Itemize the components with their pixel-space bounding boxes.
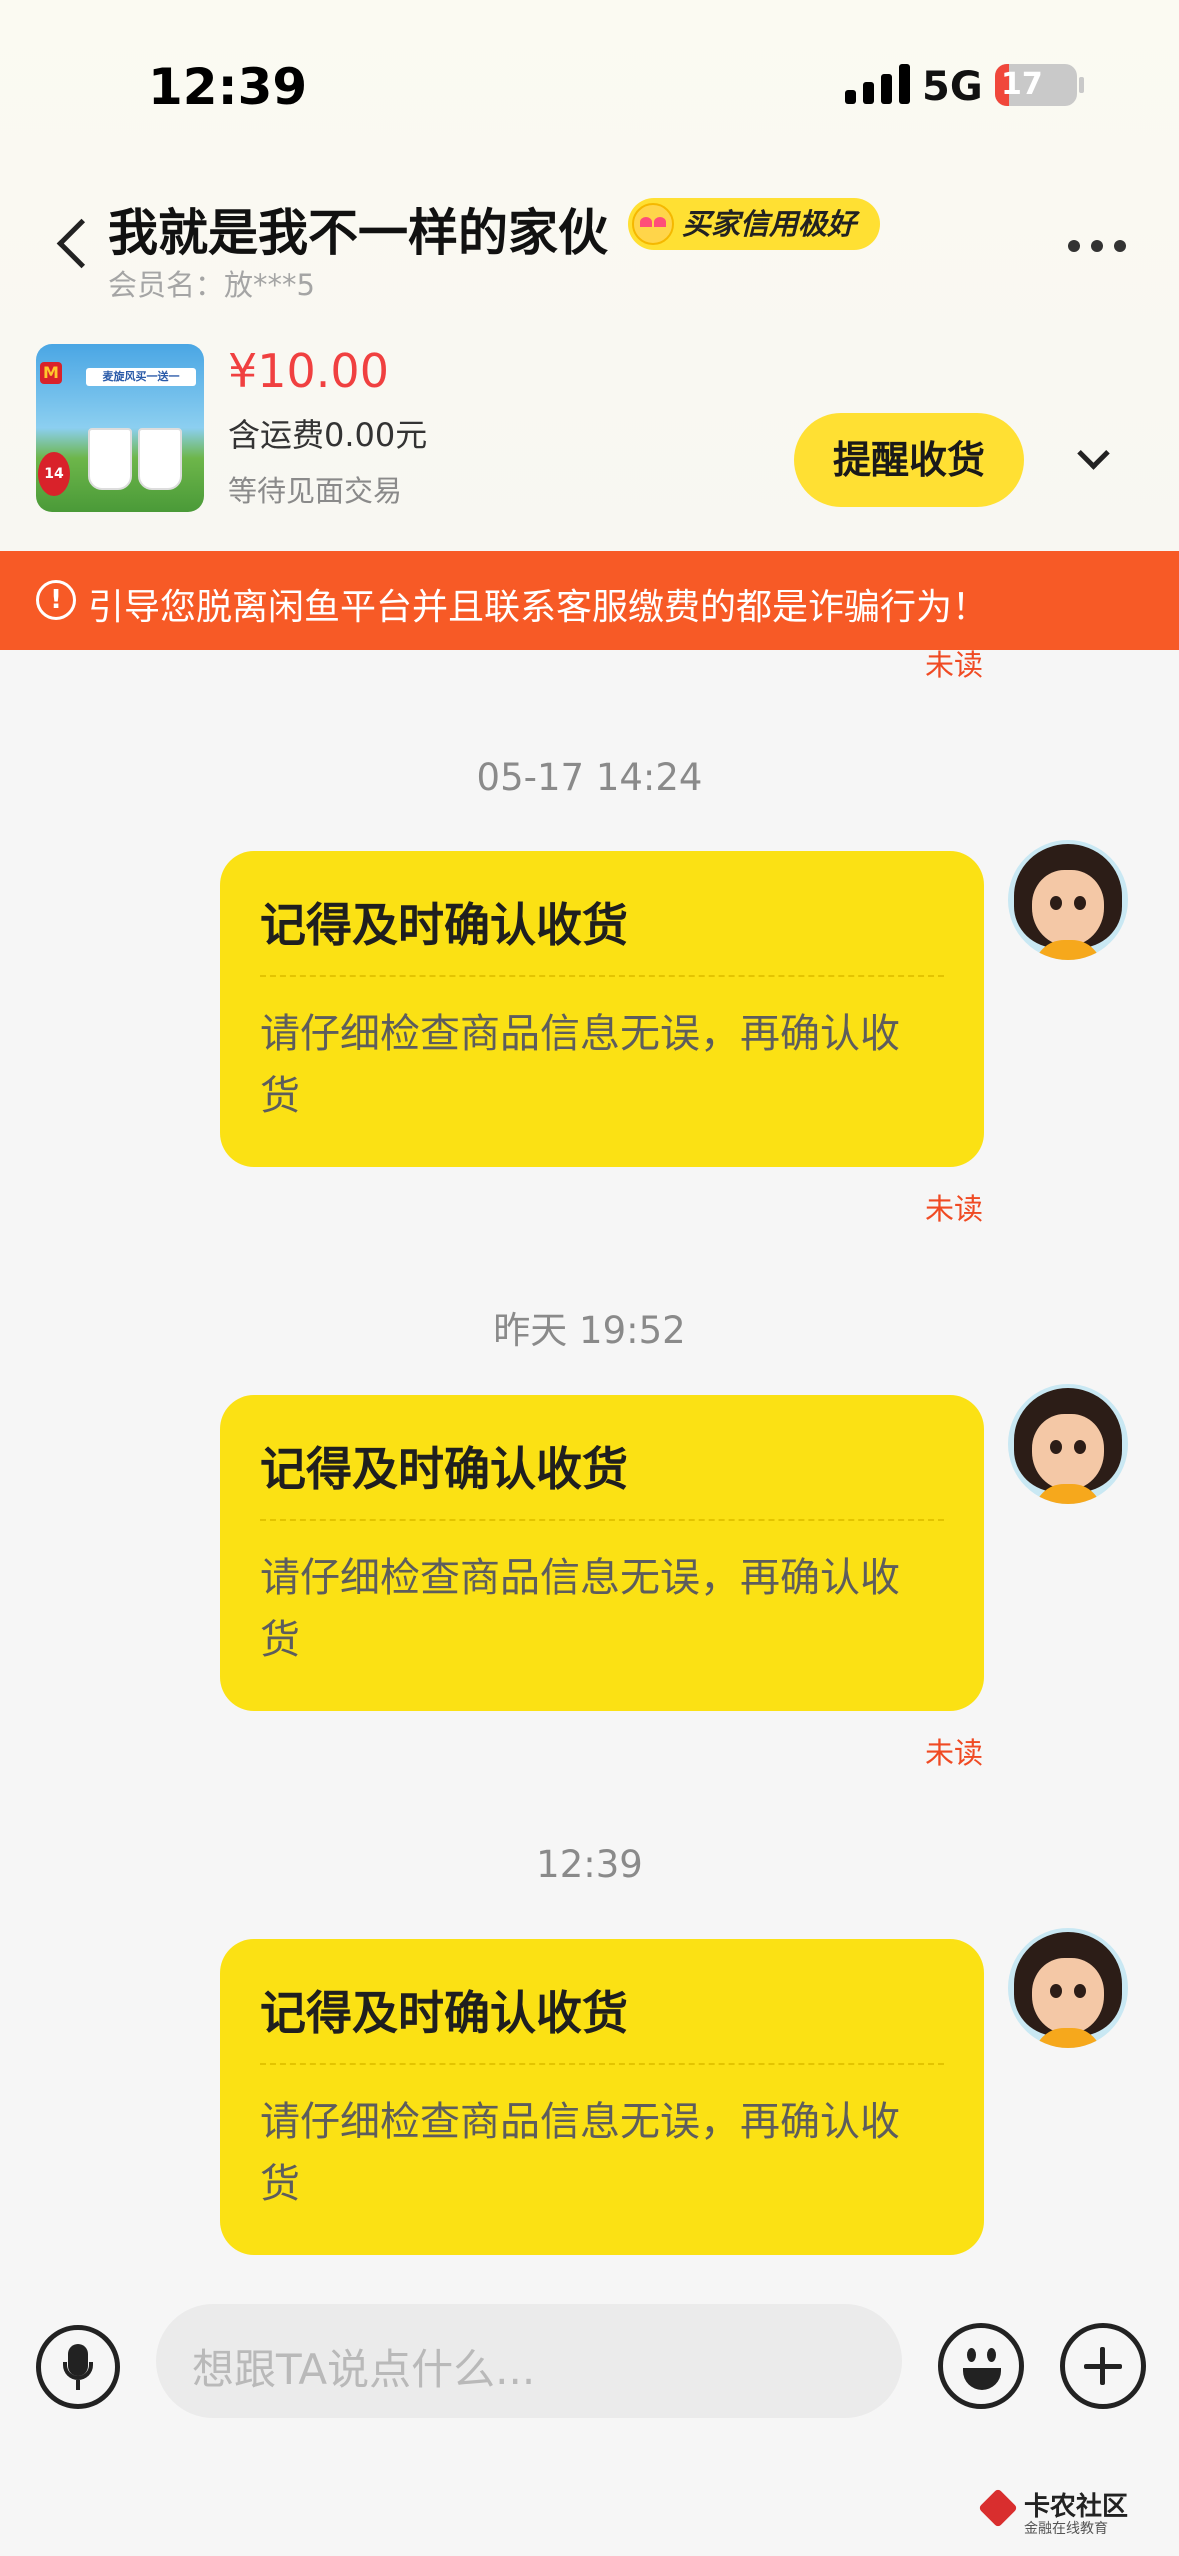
unread-status: 未读 <box>925 1736 984 1770</box>
message-divider <box>260 2063 944 2065</box>
chevron-down-icon[interactable] <box>1072 440 1118 476</box>
remind-receipt-button[interactable]: 提醒收货 <box>794 413 1024 507</box>
shipping-fee: 含运费0.00元 <box>228 416 428 454</box>
fraud-warning-banner: ! 引导您脱离闲鱼平台并且联系客服缴费的都是诈骗行为！ <box>0 551 1179 650</box>
network-type: 5G <box>922 64 983 110</box>
message-divider <box>260 975 944 977</box>
message-timestamp: 昨天 19:52 <box>493 1309 686 1352</box>
status-time: 12:39 <box>148 58 308 116</box>
watermark-subtitle: 金融在线教育 <box>1024 2521 1108 2537</box>
buyer-credit-badge[interactable]: 买家信用极好 <box>628 198 881 250</box>
microphone-icon[interactable] <box>36 2325 120 2409</box>
message-title: 记得及时确认收货 <box>260 898 628 952</box>
message-divider <box>260 1519 944 1521</box>
product-image-number: 14 <box>38 452 70 496</box>
message-body: 请仔细检查商品信息无误，再确认收货 <box>260 2099 900 2207</box>
product-price: ¥10.00 <box>228 344 389 398</box>
avatar[interactable] <box>1008 1928 1128 2048</box>
plus-circle-icon[interactable] <box>1060 2323 1146 2409</box>
product-image-banner: 麦旋风买一送一 <box>86 368 196 386</box>
message-timestamp: 05-17 14:24 <box>476 756 703 799</box>
message-title: 记得及时确认收货 <box>260 1442 628 1496</box>
member-name: 会员名：放***5 <box>108 268 315 302</box>
battery-tip <box>1079 77 1084 93</box>
message-body: 请仔细检查商品信息无误，再确认收货 <box>260 1555 900 1663</box>
more-dots-icon[interactable] <box>1062 225 1132 265</box>
message-bubble[interactable]: 记得及时确认收货 请仔细检查商品信息无误，再确认收货 <box>220 1395 984 1711</box>
battery-level: 17 <box>1001 67 1043 102</box>
message-bubble[interactable]: 记得及时确认收货 请仔细检查商品信息无误，再确认收货 <box>220 851 984 1167</box>
message-body: 请仔细检查商品信息无误，再确认收货 <box>260 1011 900 1119</box>
input-placeholder: 想跟TA说点什么... <box>192 2345 536 2394</box>
heart-eyes-emoji-icon <box>632 203 674 245</box>
signal-icon <box>845 64 911 104</box>
unread-status: 未读 <box>925 648 984 682</box>
badge-label: 买家信用极好 <box>682 207 857 241</box>
unread-status: 未读 <box>925 1192 984 1226</box>
message-title: 记得及时确认收货 <box>260 1986 628 2040</box>
smiley-icon[interactable] <box>938 2323 1024 2409</box>
avatar[interactable] <box>1008 840 1128 960</box>
chat-title: 我就是我不一样的家伙 <box>108 204 608 262</box>
message-input[interactable]: 想跟TA说点什么... <box>156 2304 902 2418</box>
cup-image <box>138 428 182 490</box>
watermark-logo <box>980 2490 1020 2526</box>
trade-status: 等待见面交易 <box>228 474 403 508</box>
mcdonalds-logo: M <box>40 362 62 384</box>
avatar[interactable] <box>1008 1384 1128 1504</box>
cup-image <box>88 428 132 490</box>
message-timestamp: 12:39 <box>536 1843 643 1886</box>
product-thumbnail[interactable]: M 麦旋风买一送一 14 <box>36 344 204 512</box>
warning-text: 引导您脱离闲鱼平台并且联系客服缴费的都是诈骗行为！ <box>88 587 989 628</box>
exclamation-circle-icon: ! <box>36 580 76 620</box>
back-button[interactable] <box>48 210 98 280</box>
battery-icon: 17 <box>995 64 1077 106</box>
message-bubble[interactable]: 记得及时确认收货 请仔细检查商品信息无误，再确认收货 <box>220 1939 984 2255</box>
